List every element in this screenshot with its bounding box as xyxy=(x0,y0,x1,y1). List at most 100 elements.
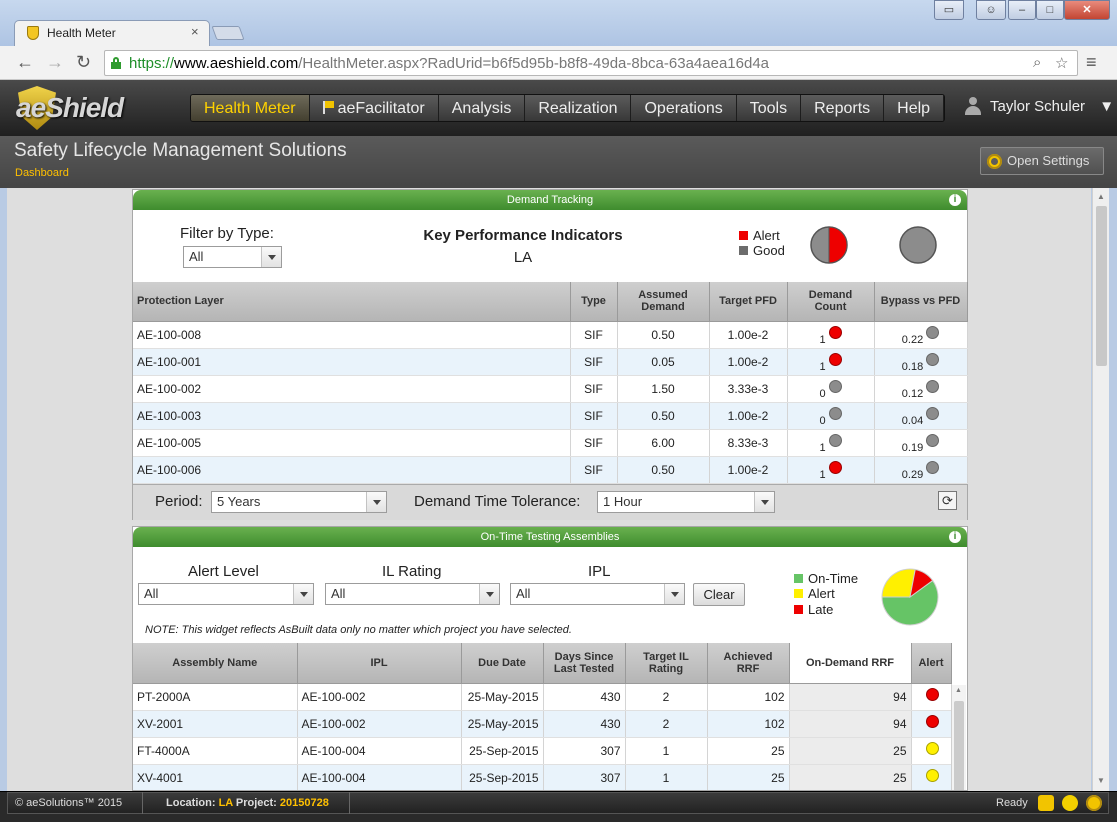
ondemand-rrf-cell: 94 xyxy=(789,683,912,711)
menu-reports[interactable]: Reports xyxy=(801,95,885,121)
col-target-pfd[interactable]: Target PFD xyxy=(709,282,788,322)
scroll-thumb[interactable] xyxy=(1096,206,1107,366)
table-row[interactable]: AE-100-008 SIF 0.50 1.00e-2 1 0.22 xyxy=(133,321,968,349)
table-scrollbar[interactable]: ▲ xyxy=(951,685,966,790)
col-protection-layer[interactable]: Protection Layer xyxy=(133,282,571,322)
table-row[interactable]: AE-100-006 SIF 0.50 1.00e-2 1 0.29 xyxy=(133,456,968,484)
close-window-button[interactable]: ✕ xyxy=(1064,0,1110,20)
clear-button[interactable]: Clear xyxy=(693,583,745,606)
alert-level-label: Alert Level xyxy=(188,563,259,580)
lock-icon xyxy=(111,57,121,69)
type-cell: SIF xyxy=(570,348,618,376)
reload-icon[interactable]: ↻ xyxy=(76,52,91,73)
kpi-title: Key Performance Indicators xyxy=(423,227,623,244)
minimize-button[interactable]: – xyxy=(1008,0,1036,20)
table-row[interactable]: XV-4001 AE-100-004 25-Sep-2015 307 1 25 25 xyxy=(133,764,952,790)
ipl-label: IPL xyxy=(588,563,611,580)
days-since-cell: 430 xyxy=(543,710,626,738)
alert-level-select[interactable]: All xyxy=(138,583,314,605)
type-cell: SIF xyxy=(570,321,618,349)
menu-realization[interactable]: Realization xyxy=(525,95,632,121)
scroll-down-icon[interactable]: ▼ xyxy=(1097,776,1105,785)
days-since-cell: 307 xyxy=(543,764,626,790)
period-label: Period: xyxy=(155,493,203,510)
col-bypass-vs-pfd[interactable]: Bypass vs PFD xyxy=(874,282,968,322)
col-demand-count[interactable]: Demand Count xyxy=(787,282,875,322)
table-row[interactable]: PT-2000A AE-100-002 25-May-2015 430 2 102 94 xyxy=(133,683,952,711)
col-target-il[interactable]: Target IL Rating xyxy=(625,643,708,684)
ipl-select[interactable]: All xyxy=(510,583,685,605)
period-select[interactable]: 5 Years xyxy=(211,491,387,513)
menu-tools[interactable]: Tools xyxy=(736,95,802,121)
maximize-button[interactable]: □ xyxy=(1036,0,1064,20)
open-settings-button[interactable]: Open Settings xyxy=(980,147,1104,175)
filter-type-select[interactable]: All xyxy=(183,246,282,268)
ondemand-rrf-cell: 94 xyxy=(789,710,912,738)
col-achieved-rrf[interactable]: Achieved RRF xyxy=(707,643,790,684)
col-assembly-name[interactable]: Assembly Name xyxy=(133,643,298,684)
col-ipl[interactable]: IPL xyxy=(297,643,462,684)
breadcrumb[interactable]: Dashboard xyxy=(15,167,69,179)
days-since-cell: 430 xyxy=(543,683,626,711)
hamburger-menu-icon[interactable]: ≡ xyxy=(1086,52,1097,73)
scroll-up-icon[interactable]: ▲ xyxy=(1097,192,1105,201)
info-icon[interactable]: i xyxy=(949,531,961,543)
status-dot-icon xyxy=(926,407,940,420)
bypass-kpi-chart xyxy=(899,226,937,264)
status-dot-icon xyxy=(926,353,940,366)
user-menu[interactable]: Taylor Schuler ▼ xyxy=(964,97,1114,115)
aeshield-logo[interactable]: aeShield xyxy=(12,84,167,130)
demand-count-cell: 0 xyxy=(787,402,875,430)
demand-count-value: 1 xyxy=(819,442,826,454)
achieved-rrf-cell: 102 xyxy=(707,683,790,711)
gear-icon[interactable] xyxy=(1086,795,1102,811)
col-days-since[interactable]: Days Since Last Tested xyxy=(543,643,626,684)
page-scrollbar[interactable]: ▲ ▼ xyxy=(1092,188,1109,791)
menu-aefacilitator[interactable]: aeFacilitator xyxy=(309,95,439,121)
assumed-demand-cell: 6.00 xyxy=(617,429,710,457)
zoom-icon[interactable]: ⌕ xyxy=(1033,54,1041,71)
forward-arrow-icon[interactable]: → xyxy=(46,52,64,73)
target-il-cell: 2 xyxy=(625,710,708,738)
demand-tracking-panel: Demand Tracking i Filter by Type: All Key… xyxy=(132,189,968,520)
table-row[interactable]: FT-4000A AE-100-004 25-Sep-2015 307 1 25 25 xyxy=(133,737,952,765)
tolerance-select[interactable]: 1 Hour xyxy=(597,491,775,513)
legend-good: Good xyxy=(739,243,785,258)
address-bar[interactable]: https://www.aeshield.com/HealthMeter.asp… xyxy=(104,50,1078,76)
menu-help[interactable]: Help xyxy=(884,95,945,121)
back-arrow-icon[interactable]: ← xyxy=(16,52,34,73)
refresh-icon[interactable]: ⟳ xyxy=(938,491,957,510)
table-row[interactable]: AE-100-005 SIF 6.00 8.33e-3 1 0.19 xyxy=(133,429,968,457)
info-icon[interactable]: i xyxy=(949,194,961,206)
profile-button[interactable]: ☺ xyxy=(976,0,1006,20)
kpi-location: LA xyxy=(513,249,533,266)
col-alert[interactable]: Alert xyxy=(911,643,952,684)
new-tab-button[interactable] xyxy=(211,26,245,40)
table-row[interactable]: AE-100-002 SIF 1.50 3.33e-3 0 0.12 xyxy=(133,375,968,403)
bypass-vs-pfd-cell: 0.18 xyxy=(874,348,968,376)
scroll-up-icon[interactable]: ▲ xyxy=(955,687,962,694)
tolerance-label: Demand Time Tolerance: xyxy=(414,493,581,510)
col-assumed-demand[interactable]: Assumed Demand xyxy=(617,282,710,322)
table-row[interactable]: AE-100-003 SIF 0.50 1.00e-2 0 0.04 xyxy=(133,402,968,430)
achieved-rrf-cell: 25 xyxy=(707,737,790,765)
il-rating-select[interactable]: All xyxy=(325,583,500,605)
col-ondemand-rrf[interactable]: On-Demand RRF xyxy=(789,643,912,684)
table-row[interactable]: XV-2001 AE-100-002 25-May-2015 430 2 102 94 xyxy=(133,710,952,738)
browser-tab[interactable]: Health Meter × xyxy=(14,20,210,46)
demand-table: Protection Layer Type Assumed Demand Tar… xyxy=(133,282,968,484)
menu-analysis[interactable]: Analysis xyxy=(438,95,526,121)
scroll-thumb[interactable] xyxy=(954,701,964,790)
ipl-cell: AE-100-004 xyxy=(297,764,462,790)
col-due-date[interactable]: Due Date xyxy=(461,643,544,684)
bug-icon[interactable] xyxy=(1038,795,1054,811)
col-type[interactable]: Type xyxy=(570,282,618,322)
menu-operations[interactable]: Operations xyxy=(631,95,737,121)
menu-health-meter[interactable]: Health Meter xyxy=(191,95,310,121)
tab-close-icon[interactable]: × xyxy=(191,24,199,39)
lightbulb-icon[interactable] xyxy=(1062,795,1078,811)
bypass-vs-pfd-cell: 0.29 xyxy=(874,456,968,484)
window-switch-button[interactable]: ▭ xyxy=(934,0,964,20)
star-icon[interactable]: ☆ xyxy=(1055,54,1068,72)
table-row[interactable]: AE-100-001 SIF 0.05 1.00e-2 1 0.18 xyxy=(133,348,968,376)
